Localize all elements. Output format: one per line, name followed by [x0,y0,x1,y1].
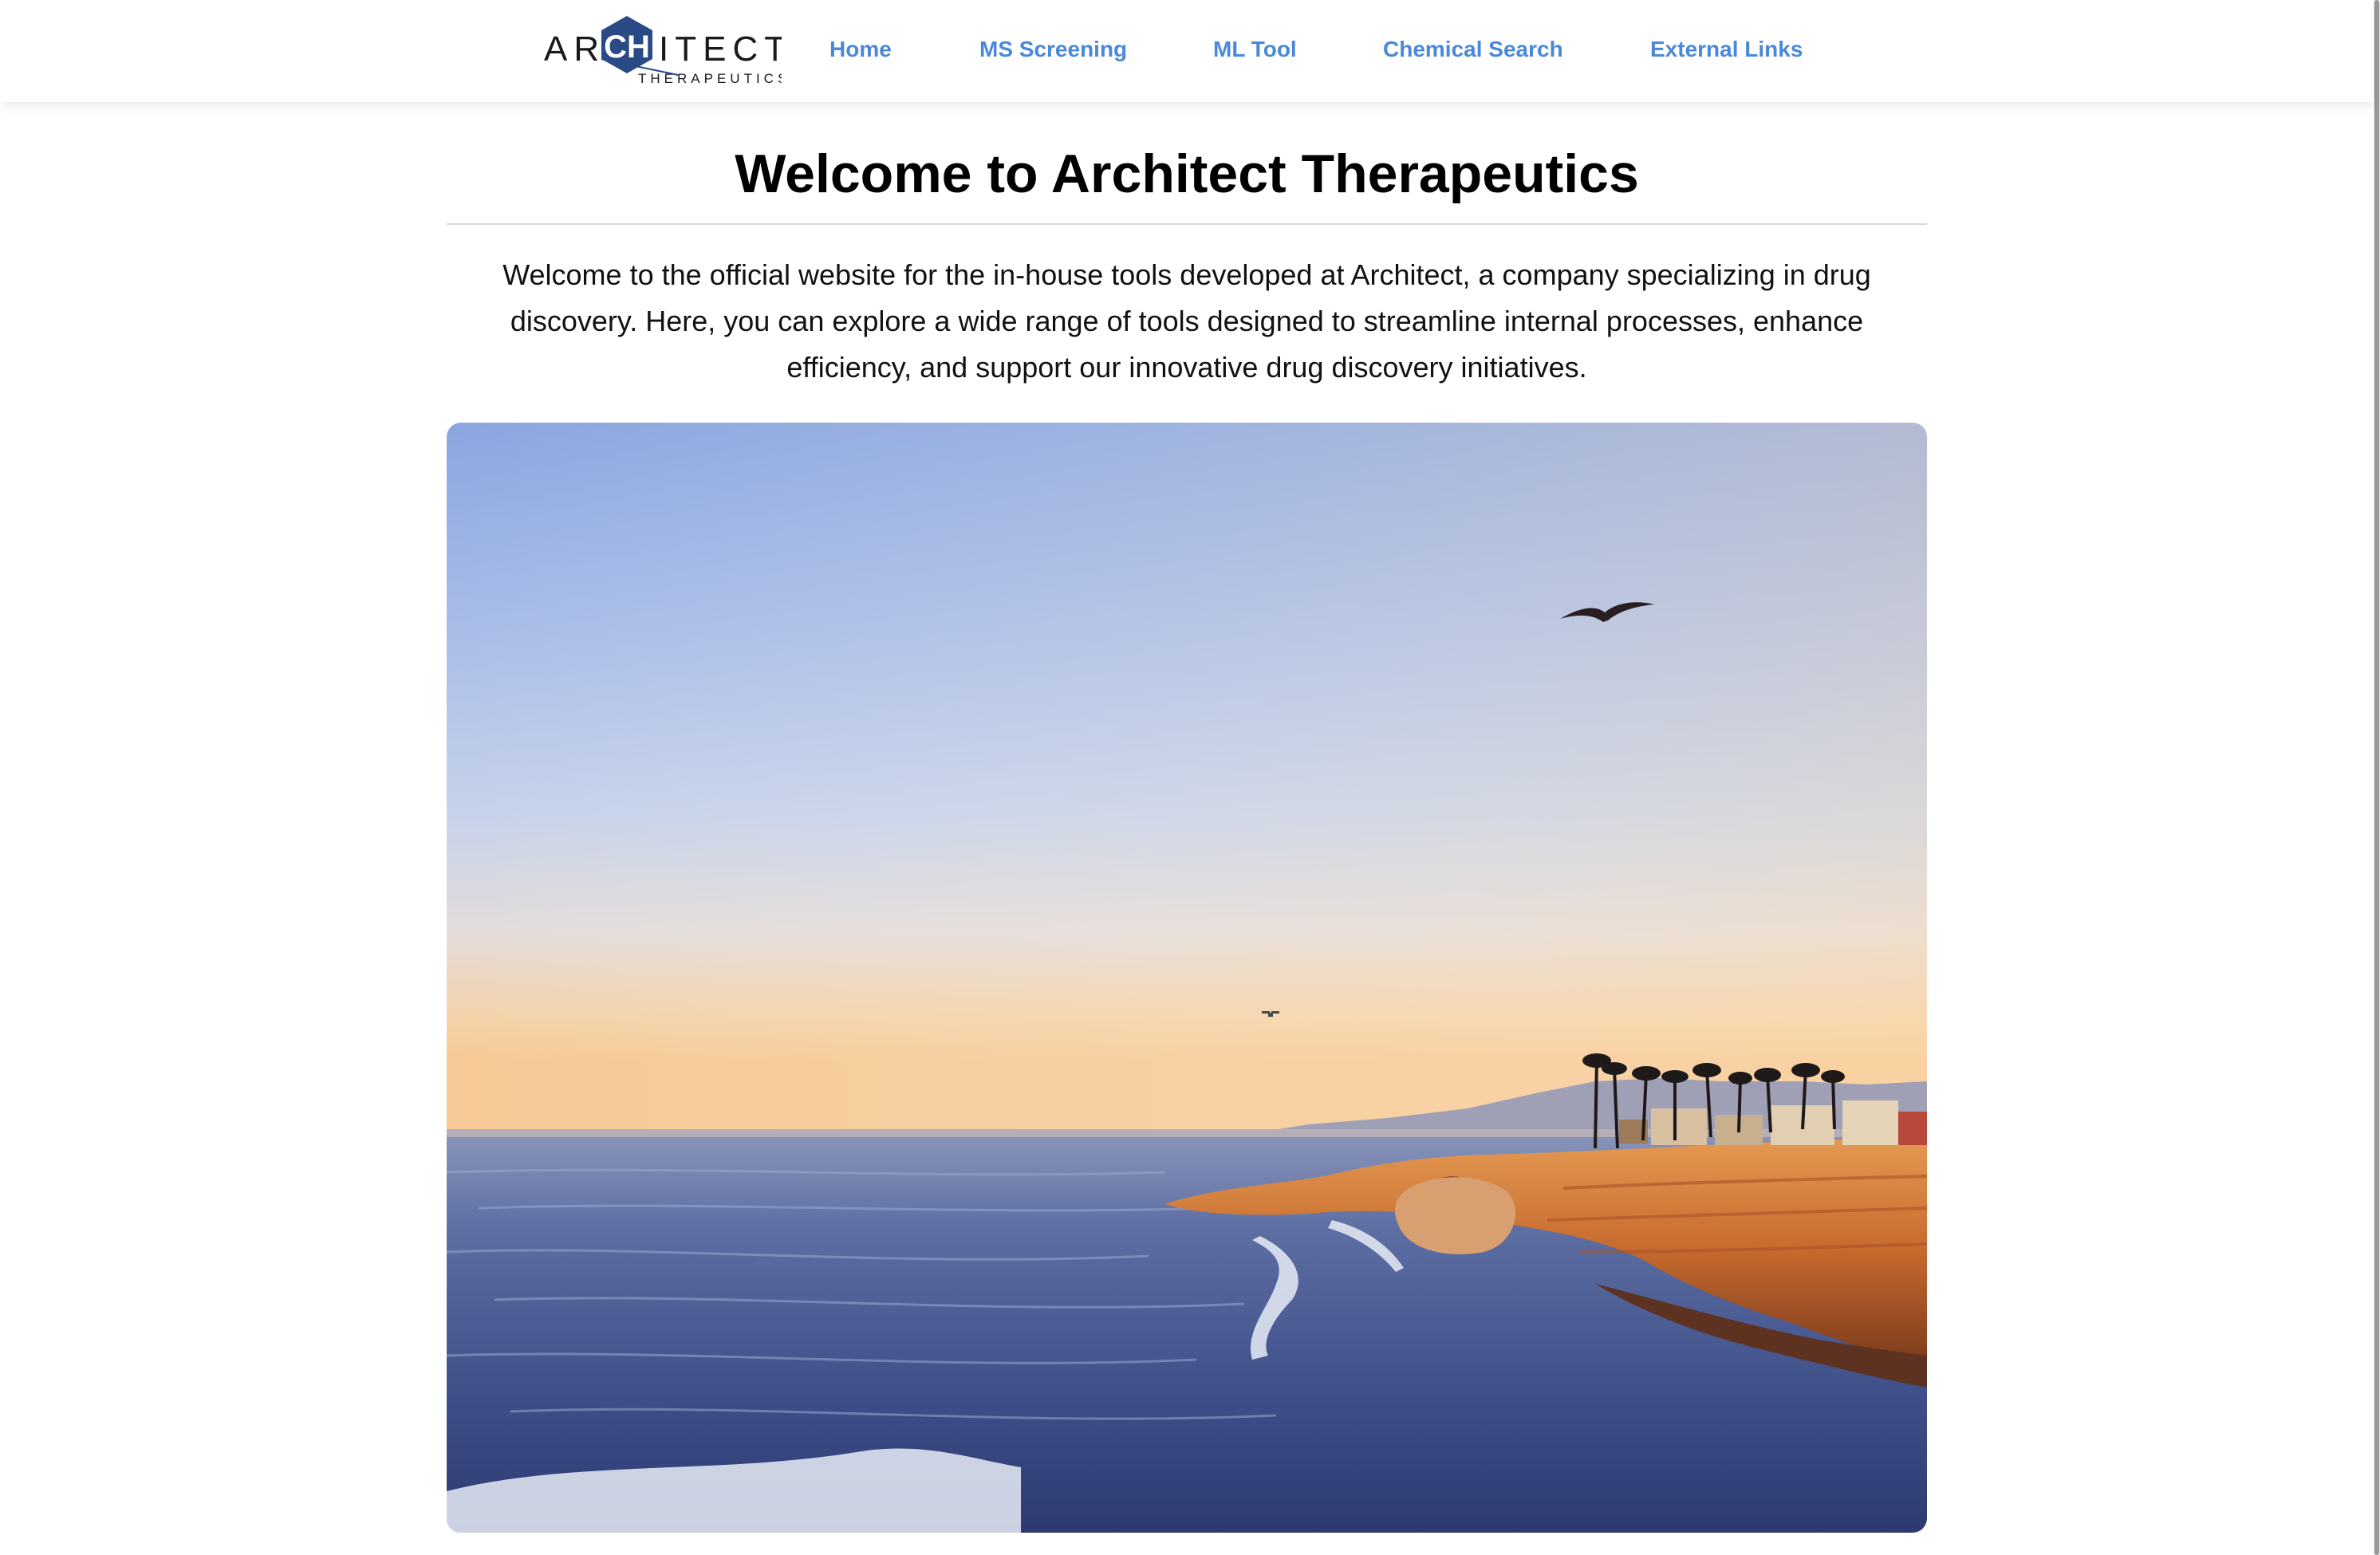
nav-home-link[interactable]: Home [829,32,892,67]
sky-glow [447,423,1927,1132]
intro-paragraph: Welcome to the official website for the … [479,252,1895,391]
page-scrollbar-thumb[interactable] [2374,0,2379,1555]
logo-graphic: AR CH ITECT THERAPEUTICS [544,16,786,86]
logo-text-left: AR [544,30,605,69]
intro-line-1: Welcome to the official website for the … [502,258,1871,291]
nav-ml-tool-link[interactable]: ML Tool [1213,32,1297,67]
nav-external-links-link[interactable]: External Links [1650,32,1803,67]
nav-ms-screening-link[interactable]: MS Screening [979,32,1127,67]
intro-line-2: discovery. Here, you can explore a wide … [510,305,1864,337]
title-divider [447,223,1927,225]
top-navbar: AR CH ITECT THERAPEUTICS Home MS Screeni… [0,0,2374,102]
architect-therapeutics-logo[interactable]: AR CH ITECT THERAPEUTICS [542,11,786,88]
page-title: Welcome to Architect Therapeutics [735,144,1639,204]
logo-hex-letters: CH [604,30,650,65]
hero-image [447,423,1927,1533]
intro-line-3: efficiency, and support our innovative d… [786,351,1587,384]
logo-text-right: ITECT [659,30,782,69]
nav-chemical-search-link[interactable]: Chemical Search [1383,32,1563,67]
logo-subtitle: THERAPEUTICS [638,71,782,86]
coastal-sunset-illustration [447,423,1927,1533]
